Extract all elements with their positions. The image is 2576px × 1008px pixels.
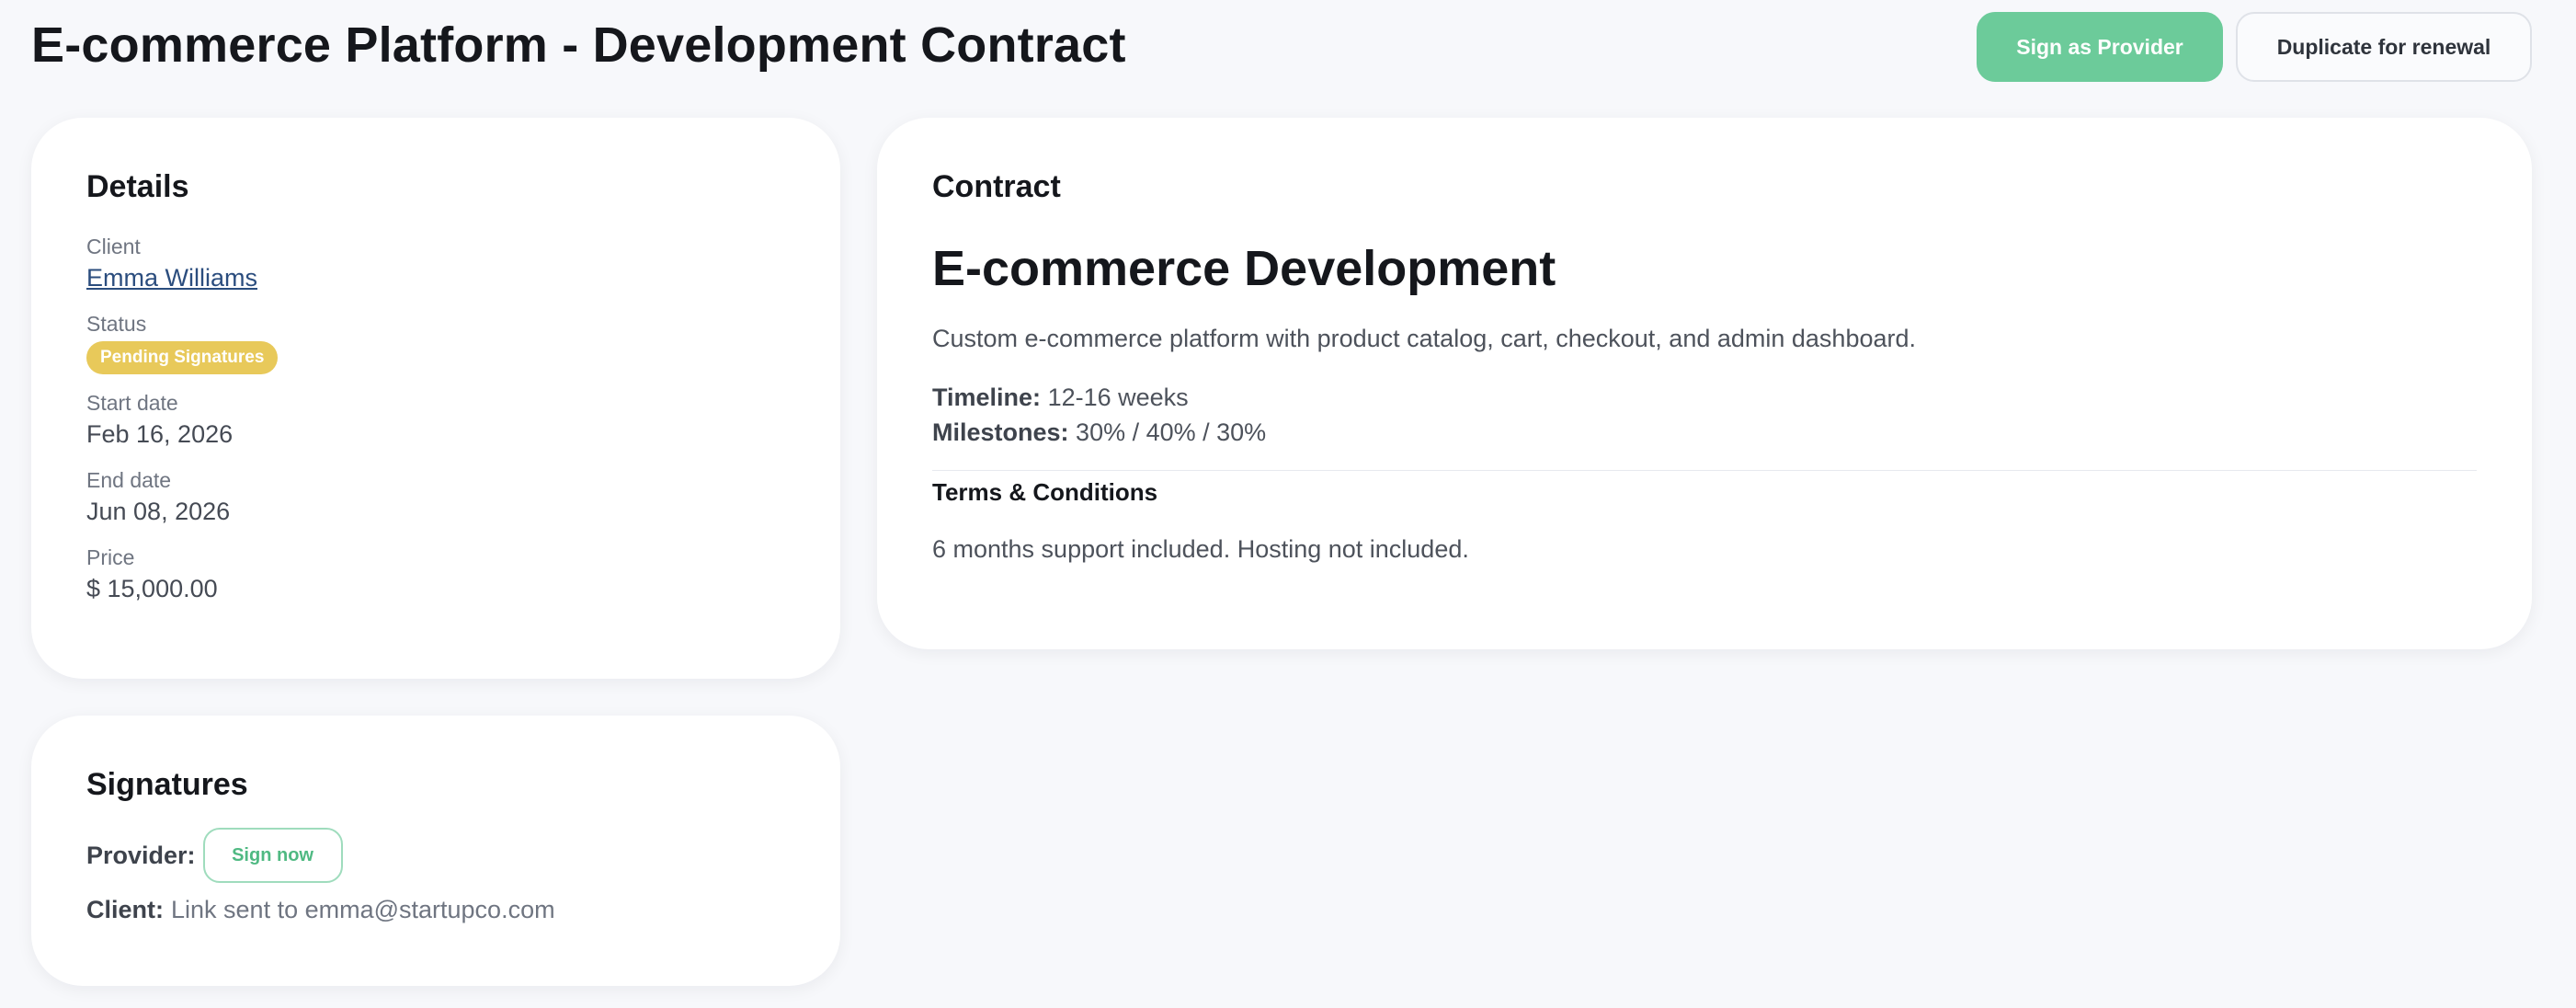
timeline-label: Timeline: (932, 384, 1042, 411)
price-field: Price $ 15,000.00 (86, 544, 785, 606)
details-title: Details (86, 169, 189, 204)
contract-card: Contract E-commerce Development Custom e… (877, 118, 2532, 649)
end-date-field: End date Jun 08, 2026 (86, 466, 785, 529)
status-badge: Pending Signatures (86, 341, 279, 374)
contract-divider (932, 470, 2477, 471)
details-fields: Client Emma Williams Status Pending Sign… (86, 233, 785, 621)
end-date-label: End date (86, 468, 172, 492)
client-signature-row: Client: Link sent to emma@startupco.com (86, 896, 555, 924)
provider-label: Provider: (86, 841, 196, 869)
timeline-row: Timeline: 12-16 weeks (932, 380, 2477, 415)
contract-section-title: Contract (932, 169, 1061, 204)
client-signature-label: Client: (86, 896, 164, 923)
timeline-value: 12-16 weeks (1047, 384, 1189, 411)
status-field: Status Pending Signatures (86, 310, 785, 374)
header-actions: Sign as Provider Duplicate for renewal (1977, 12, 2532, 82)
end-date-value: Jun 08, 2026 (86, 498, 231, 525)
terms-title: Terms & Conditions (932, 478, 1158, 506)
contract-heading: E-commerce Development (932, 241, 1556, 296)
page-title: E-commerce Platform - Development Contra… (31, 17, 1126, 73)
start-date-value: Feb 16, 2026 (86, 420, 234, 448)
contract-body: E-commerce Development Custom e-commerce… (932, 233, 2477, 567)
details-card: Details Client Emma Williams Status Pend… (31, 118, 840, 679)
start-date-label: Start date (86, 391, 178, 415)
milestones-label: Milestones: (932, 418, 1069, 446)
price-label: Price (86, 545, 135, 569)
contract-description: Custom e-commerce platform with product … (932, 325, 1917, 352)
client-signature-status: Link sent to emma@startupco.com (171, 896, 555, 923)
status-label: Status (86, 312, 147, 336)
contract-meta: Timeline: 12-16 weeks Milestones: 30% / … (932, 380, 2477, 450)
price-value: $ 15,000.00 (86, 575, 218, 602)
duplicate-for-renewal-button[interactable]: Duplicate for renewal (2236, 12, 2532, 82)
start-date-field: Start date Feb 16, 2026 (86, 389, 785, 452)
milestones-value: 30% / 40% / 30% (1076, 418, 1267, 446)
signatures-title: Signatures (86, 767, 248, 802)
signatures-card: Signatures Provider: Sign now Client: Li… (31, 716, 840, 986)
contract-page: E-commerce Platform - Development Contra… (0, 0, 2576, 1008)
client-label: Client (86, 235, 141, 258)
client-field: Client Emma Williams (86, 233, 785, 295)
sign-as-provider-button[interactable]: Sign as Provider (1977, 12, 2223, 82)
client-link[interactable]: Emma Williams (86, 264, 257, 292)
terms-text: 6 months support included. Hosting not i… (932, 535, 1469, 563)
milestones-row: Milestones: 30% / 40% / 30% (932, 415, 2477, 450)
provider-signature-row: Provider: Sign now (86, 828, 343, 883)
sign-now-button[interactable]: Sign now (202, 828, 343, 883)
